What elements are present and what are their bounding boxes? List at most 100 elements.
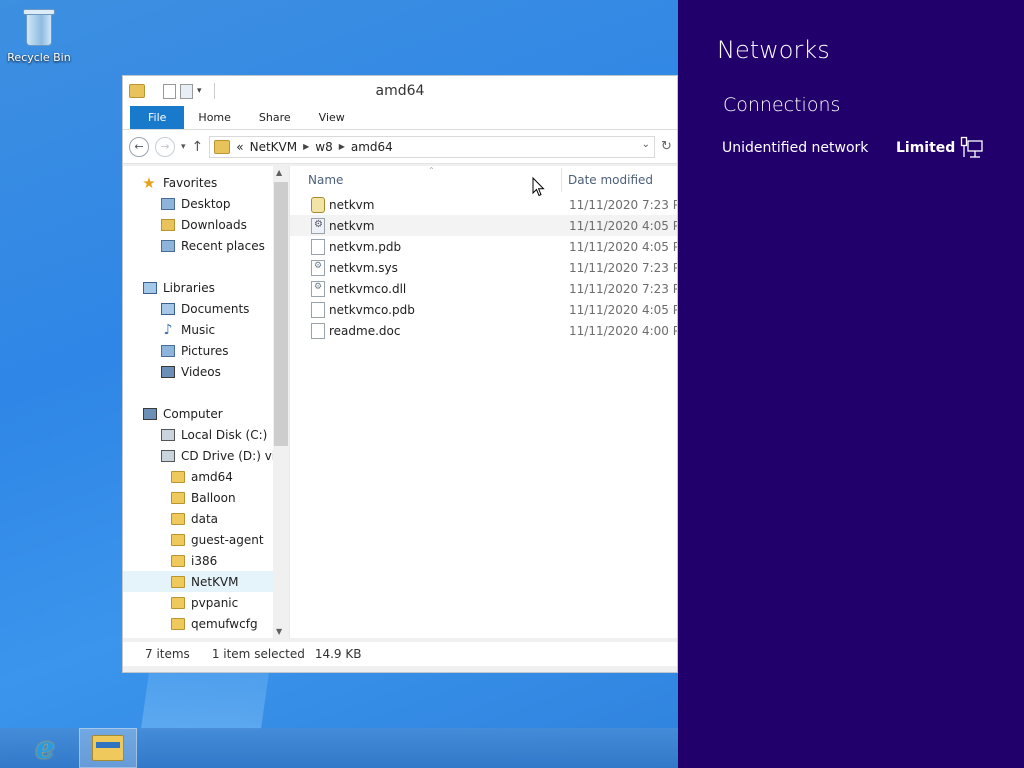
folder-icon (171, 596, 185, 609)
nav-favorites[interactable]: ★ Favorites (123, 172, 273, 193)
chevron-right-icon[interactable]: ▶ (303, 142, 309, 151)
nav-label: data (191, 511, 219, 526)
window-title: amd64 (375, 83, 425, 99)
back-button[interactable]: ← (129, 136, 149, 157)
column-separator[interactable] (561, 168, 562, 192)
folder-icon (171, 533, 185, 546)
taskbar-file-explorer[interactable] (79, 728, 137, 768)
scroll-up-icon[interactable]: ▲ (276, 168, 282, 177)
file-name: netkvm (329, 197, 375, 212)
file-explorer-icon (92, 735, 124, 761)
network-name[interactable]: Unidentified network (722, 140, 868, 156)
blank-file-icon (311, 322, 325, 339)
tab-file[interactable]: File (130, 106, 185, 129)
recycle-bin-icon (22, 6, 56, 48)
nav-label: Desktop (181, 196, 231, 211)
file-explorer-window[interactable]: ▾ amd64 File Home Share View ← → ▾ ↑ « N… (122, 75, 678, 673)
folder-icon (171, 617, 185, 630)
refresh-icon[interactable]: ↻ (661, 139, 671, 154)
recycle-bin[interactable]: Recycle Bin (6, 6, 72, 64)
nav-label: Music (181, 322, 216, 337)
nav-label: Libraries (163, 280, 215, 295)
chevron-right-icon[interactable]: ▶ (339, 142, 345, 151)
file-list: ⌃ Name Date modified netkvm 11/11/2020 7:… (290, 166, 677, 638)
item-count: 7 items (145, 647, 190, 661)
recent-locations-chevron-icon[interactable]: ▾ (181, 142, 186, 152)
cd-drive-icon (161, 449, 175, 462)
nav-folder-i386[interactable]: i386 (123, 550, 273, 571)
tab-view[interactable]: View (305, 106, 359, 129)
folder-icon (214, 139, 231, 154)
file-name: netkvmco.pdb (329, 302, 415, 317)
nav-documents[interactable]: Documents (123, 298, 273, 319)
folder-icon (171, 491, 185, 504)
nav-folder-guest-agent[interactable]: guest-agent (123, 529, 273, 550)
breadcrumb-w8[interactable]: w8 (315, 140, 332, 154)
file-row[interactable]: netkvmco.pdb 11/11/2020 4:05 PM (290, 299, 677, 320)
nav-downloads[interactable]: Downloads (123, 214, 273, 235)
documents-icon (161, 302, 175, 315)
blank-file-icon (311, 238, 325, 255)
nav-label: Local Disk (C:) (181, 427, 268, 442)
scrollbar-thumb[interactable] (274, 182, 288, 446)
nav-folder-pvpanic[interactable]: pvpanic (123, 592, 273, 613)
file-row[interactable]: netkvm.sys 11/11/2020 7:23 PM (290, 257, 677, 278)
nav-folder-amd64[interactable]: amd64 (123, 466, 273, 487)
nav-computer[interactable]: Computer (123, 403, 273, 424)
nav-label: qemufwcfg (191, 616, 258, 631)
file-row[interactable]: readme.doc 11/11/2020 4:00 PM (290, 320, 677, 341)
nav-videos[interactable]: Videos (123, 361, 273, 382)
blank-file-icon (311, 301, 325, 318)
breadcrumb-amd64[interactable]: amd64 (351, 140, 393, 154)
breadcrumb-netkvm[interactable]: NetKVM (250, 140, 298, 154)
navigation-pane-scrollbar[interactable]: ▲ ▼ (273, 166, 289, 638)
nav-label: Pictures (181, 343, 229, 358)
ribbon-tabs: File Home Share View (123, 106, 677, 130)
nav-folder-qemufwcfg[interactable]: qemufwcfg (123, 613, 273, 634)
nav-pictures[interactable]: Pictures (123, 340, 273, 361)
folder-icon (171, 575, 185, 588)
title-bar[interactable]: ▾ amd64 (123, 76, 677, 106)
chevron-down-icon[interactable]: ⌄ (642, 139, 650, 150)
taskbar-internet-explorer[interactable]: e (16, 728, 74, 768)
nav-label: Balloon (191, 490, 236, 505)
file-name: netkvmco.dll (329, 281, 407, 296)
nav-label: Favorites (163, 175, 218, 190)
downloads-icon (161, 218, 175, 231)
nav-desktop[interactable]: Desktop (123, 193, 273, 214)
navigation-pane: ★ Favorites Desktop Downloads Recent pla… (123, 166, 273, 638)
folder-icon (171, 512, 185, 525)
desktop-icon (161, 197, 175, 210)
breadcrumb-overflow[interactable]: « (236, 140, 243, 154)
nav-libraries[interactable]: Libraries (123, 277, 273, 298)
nav-label: i386 (191, 553, 218, 568)
file-row[interactable]: netkvm 11/11/2020 7:23 PM (290, 194, 677, 215)
scroll-down-icon[interactable]: ▼ (276, 627, 282, 636)
nav-folder-balloon[interactable]: Balloon (123, 487, 273, 508)
sort-ascending-icon: ⌃ (428, 166, 435, 175)
nav-label: pvpanic (191, 595, 239, 610)
address-bar[interactable]: « NetKVM ▶ w8 ▶ amd64 ⌄ (209, 135, 655, 158)
forward-button[interactable]: → (155, 136, 175, 157)
networks-flyout: Networks Connections Unidentified networ… (678, 0, 1024, 768)
nav-music[interactable]: ♪ Music (123, 319, 273, 340)
up-arrow-icon[interactable]: ↑ (192, 139, 204, 155)
tab-home[interactable]: Home (184, 106, 244, 129)
file-row[interactable]: netkvm 11/11/2020 4:05 PM (290, 215, 677, 236)
file-date-modified: 11/11/2020 4:05 PM (569, 218, 677, 233)
file-row[interactable]: netkvm.pdb 11/11/2020 4:05 PM (290, 236, 677, 257)
nav-cd-drive[interactable]: CD Drive (D:) virt (123, 445, 273, 466)
tab-share[interactable]: Share (245, 106, 305, 129)
setup-info-file-icon (311, 217, 325, 234)
file-date-modified: 11/11/2020 4:00 PM (569, 323, 677, 338)
column-date-modified[interactable]: Date modified (568, 173, 653, 187)
file-date-modified: 11/11/2020 7:23 PM (569, 260, 677, 275)
nav-local-disk[interactable]: Local Disk (C:) (123, 424, 273, 445)
file-row[interactable]: netkvmco.dll 11/11/2020 7:23 PM (290, 278, 677, 299)
nav-folder-data[interactable]: data (123, 508, 273, 529)
selection-size: 14.9 KB (314, 647, 362, 661)
nav-recent-places[interactable]: Recent places (123, 235, 273, 256)
nav-folder-netkvm[interactable]: NetKVM (123, 571, 273, 592)
column-name[interactable]: Name (308, 173, 343, 187)
folder-icon (171, 554, 185, 567)
